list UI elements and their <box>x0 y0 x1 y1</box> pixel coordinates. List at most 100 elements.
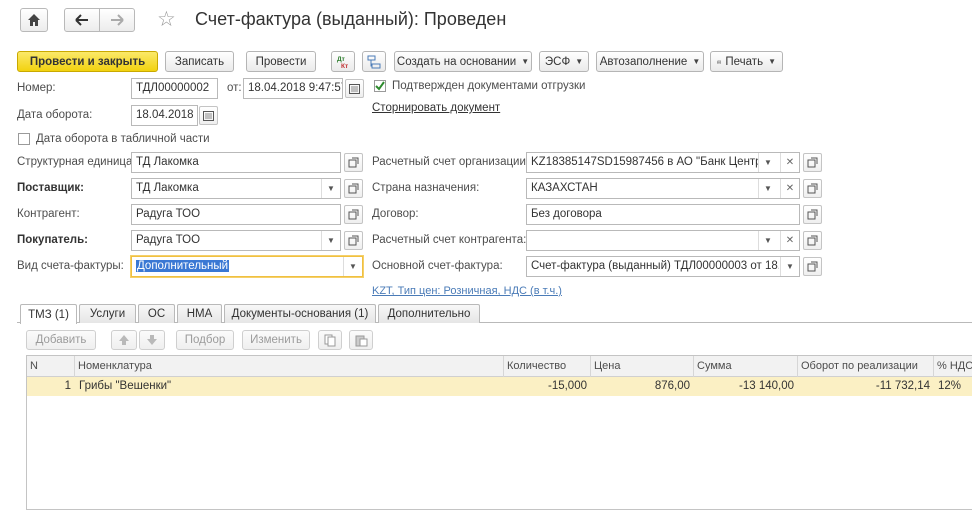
svg-text:Кт: Кт <box>341 63 348 70</box>
supplier-dropdown-arrow[interactable]: ▼ <box>321 179 340 198</box>
home-button[interactable] <box>20 8 48 32</box>
row-number: 1 <box>64 380 71 392</box>
document-date-field[interactable]: 18.04.2018 9:47:57 <box>243 78 343 99</box>
post-and-close-button[interactable]: Провести и закрыть <box>17 51 158 72</box>
counterparty-field[interactable]: Радуга ТОО <box>131 204 341 225</box>
open-window-icon <box>348 183 359 194</box>
autofill-label: Автозаполнение <box>599 55 688 68</box>
buyer-dropdown-arrow[interactable]: ▼ <box>321 231 340 250</box>
org-account-dropdown-arrow[interactable]: ▼ <box>758 153 777 172</box>
row-price: 876,00 <box>654 380 690 392</box>
main-invoice-dropdown-arrow[interactable]: ▼ <box>780 257 799 276</box>
arrow-right-icon <box>111 14 124 26</box>
confirmed-checkbox[interactable] <box>374 80 386 92</box>
supplier-field[interactable]: ТД Лакомка ▼ <box>131 178 341 199</box>
tab-base-documents[interactable]: Документы-основания (1) <box>224 304 376 323</box>
copy-rows-button[interactable] <box>318 330 342 350</box>
contract-open-button[interactable] <box>803 205 822 224</box>
buyer-field[interactable]: Радуга ТОО ▼ <box>131 230 341 251</box>
turnover-date-field[interactable]: 18.04.2018 <box>131 105 198 126</box>
country-clear-icon[interactable]: ✕ <box>780 179 799 198</box>
number-label: Номер: <box>17 82 56 94</box>
counterparty-open-button[interactable] <box>344 205 363 224</box>
buyer-open-button[interactable] <box>344 231 363 250</box>
buyer-value: Радуга ТОО <box>136 234 201 246</box>
tab-additional[interactable]: Дополнительно <box>378 304 480 323</box>
struct-unit-label: Структурная единица: <box>17 156 136 168</box>
move-down-button[interactable] <box>139 330 165 350</box>
table-row[interactable]: 1 Грибы "Вешенки" -15,000 876,00 -13 140… <box>27 377 972 396</box>
open-window-icon <box>348 209 359 220</box>
invoice-type-field[interactable]: Дополнительный ▼ <box>131 256 363 277</box>
supplier-label: Поставщик: <box>17 182 84 194</box>
cp-account-dropdown-arrow[interactable]: ▼ <box>758 231 777 250</box>
cp-account-open-button[interactable] <box>803 231 822 250</box>
col-header-qty[interactable]: Количество <box>504 356 591 377</box>
country-dropdown-arrow[interactable]: ▼ <box>758 179 777 198</box>
invoice-type-dropdown-arrow[interactable]: ▼ <box>343 257 362 276</box>
struct-unit-open-button[interactable] <box>344 153 363 172</box>
col-header-n[interactable]: N <box>27 356 75 377</box>
open-window-icon <box>807 157 818 168</box>
change-button[interactable]: Изменить <box>242 330 310 350</box>
org-account-clear-icon[interactable]: ✕ <box>780 153 799 172</box>
back-button[interactable] <box>64 8 100 32</box>
structure-button[interactable] <box>362 51 386 72</box>
cp-account-field[interactable]: ▼ ✕ <box>526 230 800 251</box>
supplier-open-button[interactable] <box>344 179 363 198</box>
paste-rows-button[interactable] <box>349 330 373 350</box>
org-account-field[interactable]: KZ18385147SD15987456 в АО "Банк ЦентрКре… <box>526 152 800 173</box>
save-button[interactable]: Записать <box>165 51 234 72</box>
main-invoice-field[interactable]: Счет-фактура (выданный) ТДЛ00000003 от 1… <box>526 256 800 277</box>
home-icon <box>28 14 40 26</box>
add-row-button[interactable]: Добавить <box>26 330 96 350</box>
col-header-price[interactable]: Цена <box>591 356 694 377</box>
esf-dropdown[interactable]: ЭСФ ▼ <box>539 51 589 72</box>
arrow-up-icon <box>119 335 129 345</box>
confirmed-label: Подтвержден документами отгрузки <box>392 80 586 92</box>
row-item: Грибы "Вешенки" <box>79 380 172 392</box>
tab-nma[interactable]: НМА <box>177 304 222 323</box>
move-up-button[interactable] <box>111 330 137 350</box>
tab-os[interactable]: ОС <box>138 304 175 323</box>
paste-icon <box>355 335 367 346</box>
goods-table[interactable]: N Номенклатура Количество Цена Сумма Обо… <box>26 355 972 510</box>
print-dropdown[interactable]: Печать ▼ <box>710 51 783 72</box>
contract-field[interactable]: Без договора <box>526 204 800 225</box>
main-invoice-open-button[interactable] <box>803 257 822 276</box>
tab-tmz[interactable]: ТМЗ (1) <box>20 304 77 324</box>
caret-down-icon: ▼ <box>575 57 584 66</box>
cp-account-label: Расчетный счет контрагента: <box>372 234 527 246</box>
col-header-turnover[interactable]: Оборот по реализации <box>798 356 934 377</box>
turnover-date-label: Дата оборота: <box>17 109 93 121</box>
create-based-on-dropdown[interactable]: Создать на основании ▼ <box>394 51 532 72</box>
autofill-dropdown[interactable]: Автозаполнение ▼ <box>596 51 704 72</box>
col-header-sum[interactable]: Сумма <box>694 356 798 377</box>
col-header-item[interactable]: Номенклатура <box>75 356 504 377</box>
row-turnover: -11 732,14 <box>875 380 930 392</box>
cp-account-clear-icon[interactable]: ✕ <box>780 231 799 250</box>
number-field[interactable]: ТДЛ00000002 <box>131 78 218 99</box>
print-label: Печать <box>725 55 764 68</box>
tab-services[interactable]: Услуги <box>79 304 136 323</box>
structure-icon <box>367 55 381 68</box>
forward-button[interactable] <box>99 8 135 32</box>
turnover-calendar-button[interactable] <box>199 106 218 125</box>
open-window-icon <box>807 183 818 194</box>
dt-kt-button[interactable]: Дт Кт <box>331 51 355 72</box>
struct-unit-field[interactable]: ТД Лакомка <box>131 152 341 173</box>
esf-label: ЭСФ <box>544 55 571 68</box>
turnover-in-table-checkbox[interactable] <box>18 133 30 145</box>
calendar-button[interactable] <box>345 79 364 98</box>
price-type-link[interactable]: KZT, Тип цен: Розничная, НДС (в т.ч.) <box>372 285 562 297</box>
country-open-button[interactable] <box>803 179 822 198</box>
supplier-value: ТД Лакомка <box>136 182 199 194</box>
selection-button[interactable]: Подбор <box>176 330 234 350</box>
reverse-document-link[interactable]: Сторнировать документ <box>372 102 500 114</box>
org-account-open-button[interactable] <box>803 153 822 172</box>
col-header-vat[interactable]: % НДС <box>934 356 972 377</box>
post-button[interactable]: Провести <box>246 51 316 72</box>
country-field[interactable]: КАЗАХСТАН ▼ ✕ <box>526 178 800 199</box>
favorite-star-icon[interactable]: ☆ <box>157 7 176 32</box>
counterparty-label: Контрагент: <box>17 208 80 220</box>
